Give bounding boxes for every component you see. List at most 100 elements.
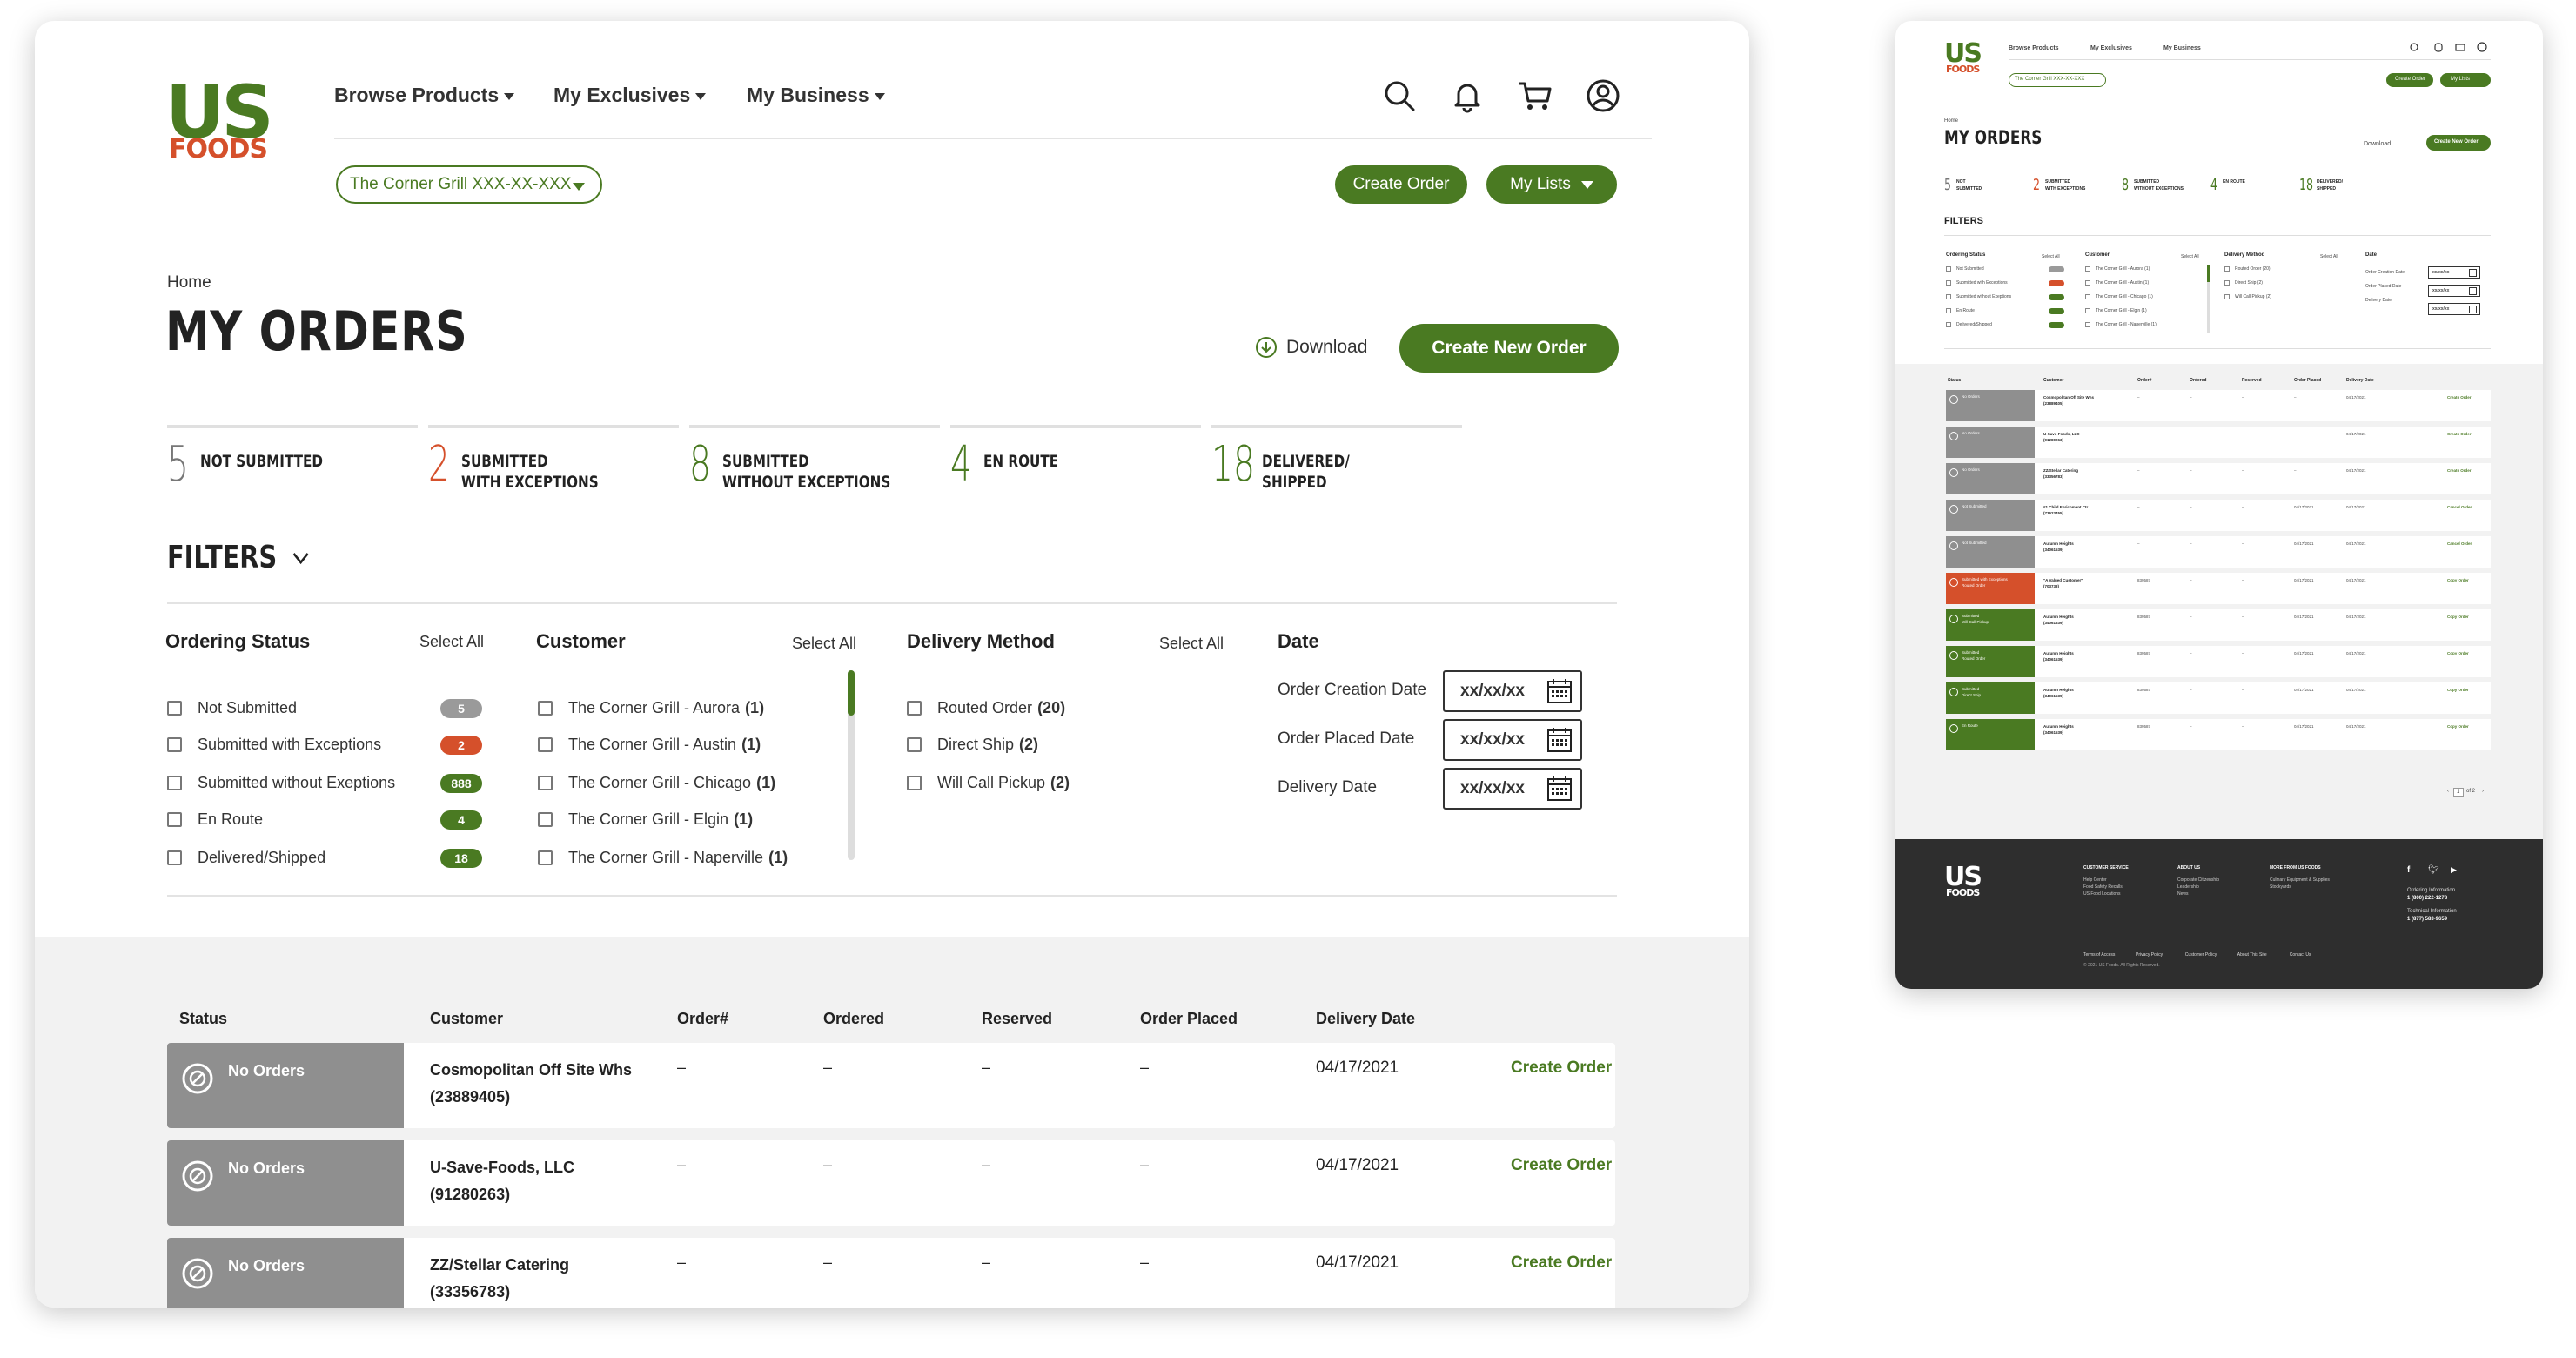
- preview-create-new-order[interactable]: Create New Order: [2426, 135, 2491, 151]
- preview-pagination[interactable]: ‹ 1 of 2 ›: [2447, 788, 2491, 797]
- column-header[interactable]: Ordered: [823, 1010, 884, 1028]
- preview-my-lists-button[interactable]: My Lists: [2440, 73, 2491, 87]
- preview-footer-link[interactable]: Help Center: [2083, 877, 2107, 883]
- preview-row-action[interactable]: Copy Order: [2447, 615, 2469, 619]
- cart-icon[interactable]: [1516, 77, 1554, 115]
- nav-my-business[interactable]: My Business: [747, 84, 885, 107]
- preview-filter-option[interactable]: The Corner Grill - Aurora (1): [2096, 266, 2150, 272]
- date-input[interactable]: xx/xx/xx: [1443, 719, 1582, 761]
- preview-customer-scrollbar-thumb[interactable]: [2207, 265, 2210, 282]
- account-icon[interactable]: [1584, 77, 1622, 115]
- customer-option[interactable]: The Corner Grill - Austin (1): [538, 736, 761, 754]
- preview-filter-option[interactable]: Submitted with Exceptions: [1956, 280, 2008, 286]
- download-link[interactable]: Download: [1255, 336, 1367, 359]
- customer-scrollbar-thumb[interactable]: [848, 670, 855, 716]
- create-new-order-button[interactable]: Create New Order: [1399, 324, 1619, 373]
- preview-checkbox[interactable]: [2085, 308, 2090, 313]
- preview-row-action[interactable]: Copy Order: [2447, 651, 2469, 655]
- preview-checkbox[interactable]: [2085, 266, 2090, 272]
- checkbox[interactable]: [538, 701, 553, 716]
- delivery-method-option[interactable]: Direct Ship (2): [907, 736, 1038, 754]
- ordering-status-option[interactable]: Delivered/Shipped: [167, 849, 325, 867]
- search-icon[interactable]: [1380, 77, 1419, 115]
- checkbox[interactable]: [167, 701, 182, 716]
- preview-legal-link[interactable]: About This Site: [2237, 952, 2267, 958]
- checkbox[interactable]: [907, 701, 922, 716]
- delivery-method-option[interactable]: Will Call Pickup (2): [907, 774, 1070, 792]
- youtube-icon[interactable]: ▶: [2451, 865, 2457, 875]
- customer-option[interactable]: The Corner Grill - Elgin (1): [538, 810, 753, 829]
- preview-calendar-icon[interactable]: [2469, 306, 2477, 313]
- preview-filter-option[interactable]: Will Call Pickup (2): [2235, 294, 2271, 299]
- ordering-status-option[interactable]: Not Submitted: [167, 699, 297, 717]
- column-header[interactable]: Status: [179, 1010, 227, 1028]
- preview-checkbox[interactable]: [2085, 294, 2090, 299]
- preview-row-action[interactable]: Cancel Order: [2447, 541, 2472, 546]
- preview-row-action[interactable]: Create Order: [2447, 395, 2472, 400]
- preview-nav-exclusives[interactable]: My Exclusives: [2090, 45, 2132, 51]
- preview-checkbox[interactable]: [1946, 322, 1951, 327]
- create-order-link[interactable]: Create Order: [1511, 1156, 1612, 1175]
- status-summary-item[interactable]: 5 NOT SUBMITTED: [167, 425, 418, 494]
- column-header[interactable]: Order Placed: [1140, 1010, 1238, 1028]
- preview-footer-link[interactable]: Corporate Citizenship: [2177, 877, 2219, 883]
- preview-filter-option[interactable]: En Route: [1956, 308, 1975, 313]
- bell-icon[interactable]: [1448, 77, 1486, 115]
- column-header[interactable]: Delivery Date: [1316, 1010, 1415, 1028]
- status-summary-item[interactable]: 8 SUBMITTED WITHOUT EXCEPTIONS: [689, 425, 940, 494]
- date-input[interactable]: xx/xx/xx: [1443, 768, 1582, 810]
- preview-checkbox[interactable]: [2224, 266, 2230, 272]
- preview-legal-link[interactable]: Contact Us: [2290, 952, 2311, 958]
- preview-nav-browse[interactable]: Browse Products: [2009, 45, 2059, 51]
- preview-page-prev-icon[interactable]: ‹: [2447, 789, 2449, 794]
- preview-select-all[interactable]: Select All: [2181, 254, 2199, 259]
- create-order-link[interactable]: Create Order: [1511, 1254, 1612, 1273]
- status-summary-item[interactable]: 4 EN ROUTE: [950, 425, 1201, 494]
- delivery-method-select-all[interactable]: Select All: [1159, 635, 1224, 653]
- checkbox[interactable]: [167, 737, 182, 752]
- calendar-icon[interactable]: [1546, 726, 1573, 754]
- preview-date-input[interactable]: xx/xx/xx: [2428, 303, 2480, 315]
- customer-select[interactable]: The Corner Grill XXX-XX-XXX: [336, 165, 602, 204]
- preview-filter-option[interactable]: The Corner Grill - Austin (1): [2096, 280, 2149, 286]
- preview-tech-phone[interactable]: 1 (877) 583-9659: [2407, 917, 2447, 922]
- preview-filter-option[interactable]: Submitted without Exeptions: [1956, 294, 2011, 299]
- preview-select-all[interactable]: Select All: [2042, 254, 2060, 259]
- ordering-status-option[interactable]: En Route: [167, 810, 263, 829]
- preview-row-action[interactable]: Cancel Order: [2447, 505, 2472, 509]
- preview-footer-link[interactable]: Food Safety Recalls: [2083, 884, 2123, 890]
- preview-checkbox[interactable]: [2224, 280, 2230, 286]
- preview-filter-option[interactable]: Delivered/Shipped: [1956, 322, 1992, 327]
- checkbox[interactable]: [167, 850, 182, 865]
- preview-select-all[interactable]: Select All: [2320, 254, 2338, 259]
- facebook-icon[interactable]: f: [2407, 865, 2410, 875]
- status-summary-item[interactable]: 2 SUBMITTED WITH EXCEPTIONS: [428, 425, 679, 494]
- preview-checkbox[interactable]: [2085, 322, 2090, 327]
- ordering-status-option[interactable]: Submitted with Exceptions: [167, 736, 381, 754]
- checkbox[interactable]: [538, 737, 553, 752]
- preview-filter-option[interactable]: Not Submitted: [1956, 266, 1984, 272]
- preview-create-order-button[interactable]: Create Order: [2386, 73, 2433, 87]
- preview-footer-link[interactable]: News: [2177, 891, 2189, 897]
- preview-customer-select[interactable]: The Corner Grill XXX-XX-XXX: [2009, 73, 2106, 87]
- preview-footer-link[interactable]: Stockyards: [2270, 884, 2291, 890]
- column-header[interactable]: Customer: [430, 1010, 503, 1028]
- header-create-order-button[interactable]: Create Order: [1335, 165, 1467, 204]
- preview-checkbox[interactable]: [2085, 280, 2090, 286]
- customer-option[interactable]: The Corner Grill - Chicago (1): [538, 774, 775, 792]
- my-lists-button[interactable]: My Lists: [1486, 165, 1617, 204]
- preview-filter-option[interactable]: The Corner Grill - Elgin (1): [2096, 308, 2147, 313]
- nav-my-exclusives[interactable]: My Exclusives: [553, 84, 707, 107]
- us-foods-logo[interactable]: US FOODS: [165, 73, 278, 167]
- twitter-icon[interactable]: 🐦︎: [2428, 865, 2439, 875]
- ordering-status-select-all[interactable]: Select All: [419, 633, 484, 651]
- checkbox[interactable]: [538, 812, 553, 827]
- preview-page-next-icon[interactable]: ›: [2482, 789, 2484, 794]
- checkbox[interactable]: [907, 737, 922, 752]
- filters-toggle[interactable]: FILTERS: [167, 540, 314, 575]
- preview-download[interactable]: Download: [2364, 141, 2391, 147]
- preview-row-action[interactable]: Create Order: [2447, 468, 2472, 473]
- preview-filter-option[interactable]: The Corner Grill - Chicago (1): [2096, 294, 2153, 299]
- status-summary-item[interactable]: 18 DELIVERED/ SHIPPED: [1211, 425, 1462, 494]
- preview-calendar-icon[interactable]: [2469, 287, 2477, 295]
